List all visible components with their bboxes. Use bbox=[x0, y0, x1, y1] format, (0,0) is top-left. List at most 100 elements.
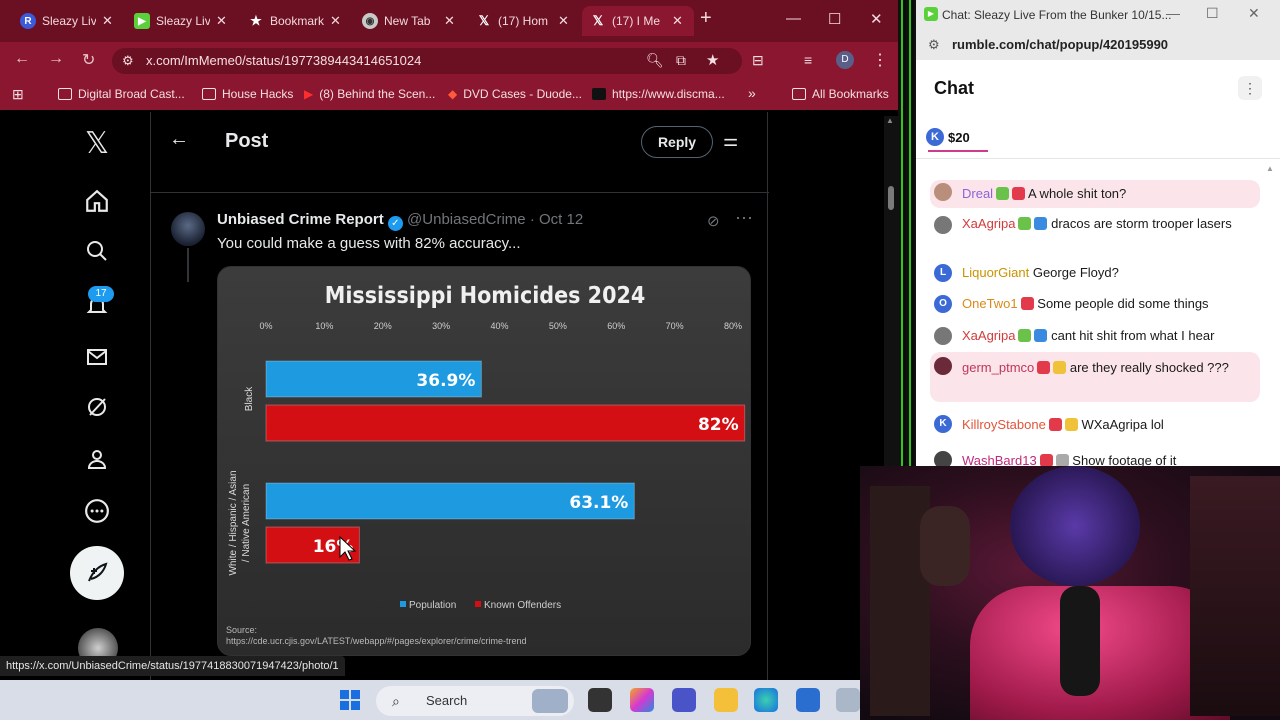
copilot-icon[interactable] bbox=[630, 688, 654, 712]
all-bookmarks[interactable]: All Bookmarks bbox=[792, 87, 889, 101]
legend-label: Known Offenders bbox=[484, 600, 561, 611]
rant-pill[interactable]: K $20 bbox=[926, 128, 970, 146]
bookmark-item[interactable]: ◆ DVD Cases - Duode... bbox=[448, 87, 582, 101]
chat-popup-window: ▶ Chat: Sleazy Live From the Bunker 10/1… bbox=[916, 0, 1280, 468]
tab-1[interactable]: R Sleazy Liv ✕ bbox=[12, 6, 124, 36]
chart-image[interactable]: Mississippi Homicides 2024 0% 10% 20% 30% 40%… bbox=[217, 266, 751, 656]
apps-grid-icon[interactable]: ⊞ bbox=[12, 86, 24, 103]
profile-icon[interactable] bbox=[80, 442, 114, 476]
edge-icon[interactable] bbox=[754, 688, 778, 712]
message-text: George Floyd? bbox=[1032, 265, 1119, 280]
home-icon[interactable] bbox=[80, 184, 114, 218]
scroll-up-icon[interactable]: ▲ bbox=[1266, 164, 1274, 173]
teams-icon[interactable] bbox=[672, 688, 696, 712]
bar-value-label: 63.1% bbox=[569, 493, 628, 513]
store-icon[interactable] bbox=[796, 688, 820, 712]
tab-6-active[interactable]: 𝕏 (17) I Me ✕ bbox=[582, 6, 694, 36]
author-name[interactable]: Unbiased Crime Report bbox=[217, 211, 384, 228]
messages-envelope-icon[interactable] bbox=[80, 340, 114, 374]
grok-explain-icon[interactable]: ⊘ bbox=[707, 212, 720, 230]
site-info-icon[interactable]: ⚙ bbox=[928, 30, 940, 60]
chat-message: XaAgripa cant hit shit from what I hear bbox=[916, 325, 1266, 349]
badge-icon bbox=[1048, 418, 1062, 431]
chrome-icon: ◉ bbox=[362, 13, 378, 29]
close-tab-icon[interactable]: ✕ bbox=[444, 13, 455, 29]
app-icon[interactable] bbox=[836, 688, 860, 712]
more-menu-icon[interactable]: ⋮ bbox=[872, 50, 888, 70]
more-bookmarks-button[interactable]: » bbox=[748, 85, 756, 101]
tab-3[interactable]: ★ Bookmarks ✕ bbox=[240, 6, 352, 36]
bookmark-label: House Hacks bbox=[222, 87, 294, 101]
install-icon[interactable]: ⧉ bbox=[676, 52, 686, 69]
tab-4[interactable]: ◉ New Tab ✕ bbox=[354, 6, 466, 36]
zoom-icon[interactable]: 🔍︎ bbox=[646, 52, 664, 69]
bookmark-item[interactable]: House Hacks bbox=[202, 87, 293, 101]
close-tab-icon[interactable]: ✕ bbox=[102, 13, 113, 29]
x-tick-label: 20% bbox=[374, 321, 392, 331]
minimize-icon[interactable]: — bbox=[1166, 5, 1180, 21]
bookmark-item[interactable]: https://www.discma... bbox=[592, 87, 725, 101]
file-explorer-icon[interactable] bbox=[714, 688, 738, 712]
search-icon[interactable] bbox=[80, 234, 114, 268]
bookmark-label: All Bookmarks bbox=[812, 87, 889, 101]
message-text: A whole shit ton? bbox=[1027, 186, 1127, 201]
close-tab-icon[interactable]: ✕ bbox=[216, 13, 227, 29]
username[interactable]: LiquorGiant bbox=[962, 265, 1029, 280]
grok-icon[interactable] bbox=[80, 390, 114, 424]
username[interactable]: germ_ptmco bbox=[962, 360, 1034, 375]
maximize-icon[interactable]: ☐ bbox=[1206, 5, 1219, 22]
windows-start-icon[interactable] bbox=[338, 688, 362, 712]
maximize-icon[interactable]: ☐ bbox=[828, 10, 841, 28]
new-tab-icon[interactable]: + bbox=[700, 7, 712, 30]
tab-2[interactable]: ▶ Sleazy Liv ✕ bbox=[126, 6, 238, 36]
tab-label: (17) Hom bbox=[498, 14, 549, 28]
username[interactable]: OneTwo1 bbox=[962, 296, 1018, 311]
username[interactable]: Dreal bbox=[962, 186, 993, 201]
tab-5[interactable]: 𝕏 (17) Hom ✕ bbox=[468, 6, 580, 36]
chat-url: rumble.com/chat/popup/420195990 bbox=[952, 37, 1169, 52]
username[interactable]: XaAgripa bbox=[962, 216, 1015, 231]
minimize-icon[interactable]: — bbox=[786, 10, 801, 27]
close-tab-icon[interactable]: ✕ bbox=[558, 13, 569, 29]
tab-search-icon[interactable]: ⊟ bbox=[752, 52, 764, 69]
chat-message: K KillroyStabone WXaAgripa lol bbox=[916, 412, 1266, 436]
profile-avatar[interactable]: D bbox=[836, 51, 854, 69]
x-tick-label: 50% bbox=[549, 321, 567, 331]
bookmark-item[interactable]: ▶ (8) Behind the Scen... bbox=[304, 87, 435, 101]
chat-menu-icon[interactable]: ⋮ bbox=[1238, 76, 1262, 100]
more-circle-icon[interactable] bbox=[80, 494, 114, 528]
tab-label: Sleazy Liv bbox=[42, 14, 96, 28]
rant-amount: $20 bbox=[948, 129, 970, 145]
chat-message-highlighted: germ_ptmco are they really shocked ??? bbox=[930, 352, 1260, 402]
scroll-up-icon[interactable]: ▲ bbox=[886, 116, 894, 125]
chat-window-title: Chat: Sleazy Live From the Bunker 10/15.… bbox=[942, 8, 1172, 22]
scrollbar-thumb[interactable] bbox=[888, 186, 894, 210]
close-window-icon[interactable]: ✕ bbox=[1248, 5, 1260, 22]
chat-url-bar: ⚙ rumble.com/chat/popup/420195990 bbox=[916, 30, 1280, 60]
close-tab-icon[interactable]: ✕ bbox=[672, 13, 683, 29]
username[interactable]: KillroyStabone bbox=[962, 417, 1046, 432]
bookmark-item[interactable]: Digital Broad Cast... bbox=[58, 87, 185, 101]
sliders-icon[interactable]: ⚌ bbox=[723, 131, 738, 151]
taskbar-search[interactable]: ⌕ Search bbox=[376, 686, 574, 716]
badge-icon bbox=[996, 187, 1010, 200]
webcam-video bbox=[860, 466, 1280, 720]
bookmark-star-icon[interactable]: ★ bbox=[706, 51, 719, 69]
more-options-icon[interactable]: ⋯ bbox=[735, 208, 753, 229]
reload-icon[interactable]: ↻ bbox=[82, 50, 95, 70]
back-arrow-icon[interactable]: ← bbox=[169, 128, 189, 151]
close-tab-icon[interactable]: ✕ bbox=[330, 13, 341, 29]
x-logo-icon[interactable]: 𝕏 bbox=[80, 126, 114, 160]
task-view-icon[interactable] bbox=[588, 688, 612, 712]
site-info-icon[interactable]: ⚙ bbox=[122, 48, 134, 74]
bookmark-label: Digital Broad Cast... bbox=[78, 87, 185, 101]
reply-button[interactable]: Reply bbox=[641, 126, 713, 158]
close-window-icon[interactable]: ✕ bbox=[870, 10, 883, 28]
back-arrow-icon[interactable]: ← bbox=[14, 50, 30, 68]
forward-arrow-icon[interactable]: → bbox=[48, 50, 64, 68]
media-controls-icon[interactable]: ≡ bbox=[804, 52, 812, 68]
author-avatar[interactable] bbox=[171, 212, 205, 246]
compose-post-button[interactable] bbox=[70, 546, 124, 600]
author-handle-date[interactable]: @UnbiasedCrime · Oct 12 bbox=[407, 211, 583, 228]
username[interactable]: XaAgripa bbox=[962, 328, 1015, 343]
